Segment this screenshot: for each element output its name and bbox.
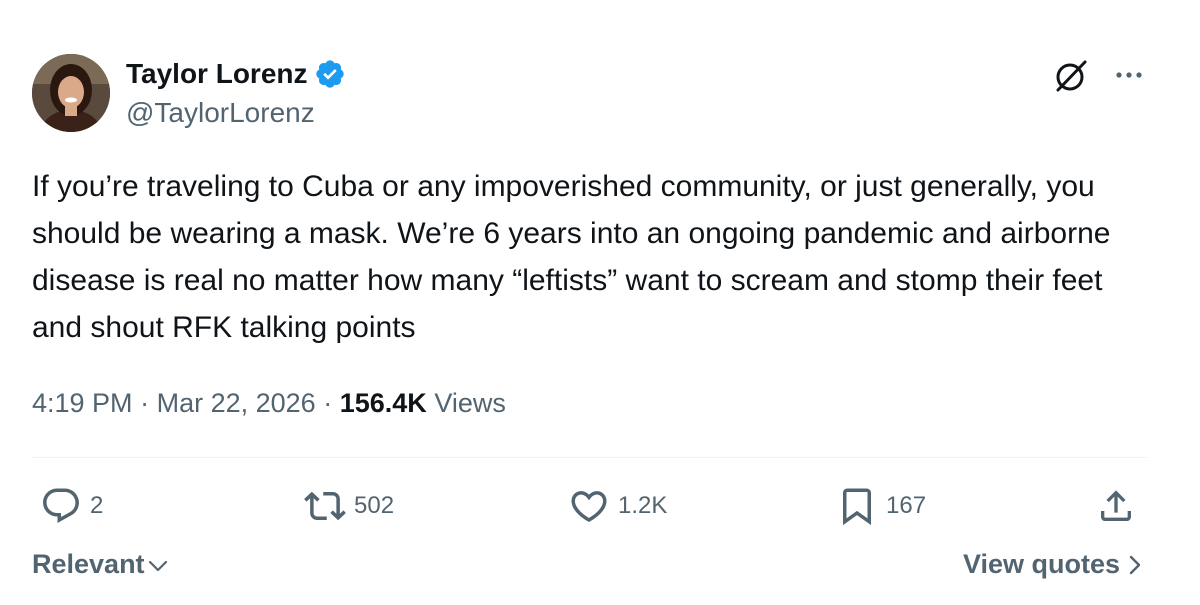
author-handle[interactable]: @TaylorLorenz (126, 96, 315, 130)
share-icon (1101, 490, 1131, 521)
sort-dropdown[interactable]: Relevant (32, 549, 169, 580)
like-button[interactable]: 1.2K (568, 484, 667, 528)
meta-separator: · (323, 388, 333, 418)
repost-button[interactable]: 502 (304, 484, 394, 528)
tweet-meta: 4:19 PM · Mar 22, 2026 · 156.4K Views (32, 386, 506, 420)
repost-count: 502 (354, 492, 395, 519)
bookmark-icon (843, 488, 871, 526)
chevron-right-icon (1129, 555, 1141, 574)
view-quotes-label: View quotes (962, 549, 1120, 579)
verified-badge-icon[interactable] (314, 58, 346, 90)
bookmark-count: 167 (886, 492, 927, 519)
views-count: 156.4K (339, 388, 427, 418)
like-count: 1.2K (618, 492, 668, 519)
tweet-card: Taylor Lorenz @TaylorLorenz If you’re tr… (0, 0, 1200, 605)
share-button[interactable] (1096, 484, 1136, 528)
author-name-row[interactable]: Taylor Lorenz (126, 57, 346, 91)
more-icon[interactable] (1112, 62, 1146, 88)
divider (32, 457, 1147, 458)
meta-separator: · (140, 388, 150, 418)
tweet-date[interactable]: Mar 22, 2026 (157, 388, 316, 418)
heart-icon (571, 491, 607, 523)
tweet-text: If you’re traveling to Cuba or any impov… (32, 170, 1111, 344)
sort-label: Relevant (32, 549, 145, 579)
view-quotes-link[interactable]: View quotes (963, 549, 1142, 580)
reply-count: 2 (90, 492, 104, 519)
reply-icon (43, 488, 79, 523)
repost-icon (304, 491, 346, 521)
grok-icon[interactable] (1053, 58, 1089, 94)
author-display-name[interactable]: Taylor Lorenz (126, 57, 308, 91)
chevron-down-icon (148, 560, 167, 571)
bookmark-button[interactable]: 167 (836, 484, 926, 528)
tweet-time[interactable]: 4:19 PM (32, 388, 133, 418)
reply-button[interactable]: 2 (40, 484, 103, 528)
avatar[interactable] (32, 54, 110, 132)
views-label: Views (434, 388, 506, 418)
